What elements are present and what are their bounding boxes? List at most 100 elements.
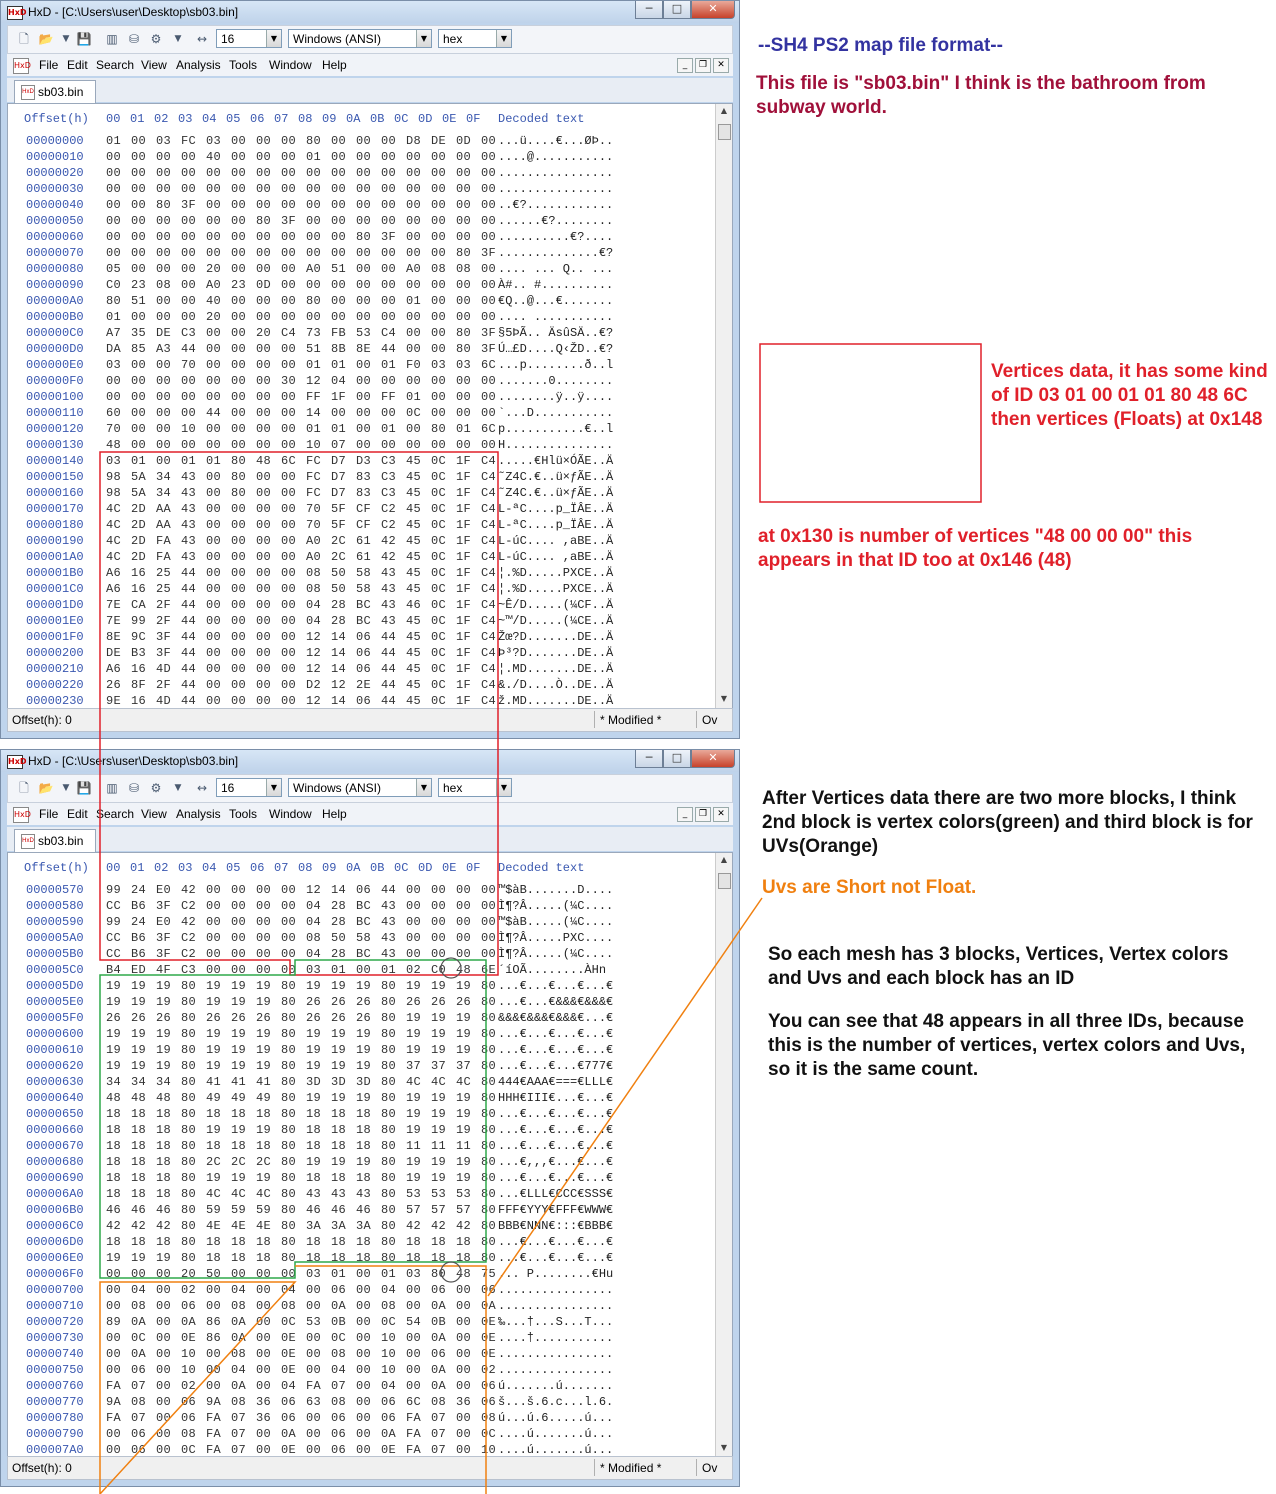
row-hex-bytes[interactable]: 46 46 46 80 59 59 59 80 46 46 46 80 57 5… <box>106 1203 496 1217</box>
row-hex-bytes[interactable]: 18 18 18 80 18 18 18 80 18 18 18 80 19 1… <box>106 1107 496 1121</box>
row-hex-bytes[interactable]: 00 00 00 00 00 00 00 00 00 00 00 00 00 0… <box>106 166 496 180</box>
hex-row[interactable]: 000000F0 00 00 00 00 00 00 00 30 12 04 00… <box>8 374 712 390</box>
menu-tools[interactable]: Tools <box>229 807 257 821</box>
offset-base-select[interactable]: hex ▼ <box>438 29 512 48</box>
hex-row[interactable]: 00000790 00 06 00 08 FA 07 00 0A 00 06 00… <box>8 1427 712 1443</box>
hex-editor[interactable]: Offset(h) 00 01 02 03 04 05 06 07 08 09 0A 0B 0C 0D 0E 0… <box>7 852 733 1458</box>
row-decoded-text[interactable]: Ì¶?Â.....(¼C.... <box>498 947 613 961</box>
row-decoded-text[interactable]: ‰...†...S...T... <box>498 1315 613 1329</box>
hex-row[interactable]: 00000680 18 18 18 80 2C 2C 2C 80 19 19 19… <box>8 1155 712 1171</box>
scroll-up-icon[interactable]: ▲ <box>716 106 732 118</box>
row-hex-bytes[interactable]: 4C 2D AA 43 00 00 00 00 70 5F CF C2 45 0… <box>106 502 496 516</box>
row-hex-bytes[interactable]: 00 0C 00 0E 86 0A 00 0E 00 0C 00 10 00 0… <box>106 1331 496 1345</box>
hex-row[interactable]: 00000060 00 00 00 00 00 00 00 00 00 00 80… <box>8 230 712 246</box>
row-hex-bytes[interactable]: 26 8F 2F 44 00 00 00 00 D2 12 2E 44 45 0… <box>106 678 496 692</box>
hex-row[interactable]: 00000070 00 00 00 00 00 00 00 00 00 00 00… <box>8 246 712 262</box>
chevron-down-icon[interactable]: ▼ <box>416 30 431 47</box>
hex-row[interactable]: 00000670 18 18 18 80 18 18 18 80 18 18 18… <box>8 1139 712 1155</box>
row-decoded-text[interactable]: ž.MD.......DE..Ä <box>498 694 613 708</box>
row-decoded-text[interactable]: ~Ê/D.....(¼CF..Ä <box>498 598 613 612</box>
row-hex-bytes[interactable]: FA 07 00 06 FA 07 36 06 00 06 00 06 FA 0… <box>106 1411 496 1425</box>
hex-row[interactable]: 00000230 9E 16 4D 44 00 00 00 00 12 14 06… <box>8 694 712 708</box>
row-decoded-text[interactable]: BBB€NNN€:::€BBB€ <box>498 1219 613 1233</box>
row-decoded-text[interactable]: ................ <box>498 166 613 180</box>
row-hex-bytes[interactable]: CC B6 3F C2 00 00 00 00 04 28 BC 43 00 0… <box>106 947 496 961</box>
chevron-down-icon[interactable]: ▼ <box>58 780 74 796</box>
chevron-down-icon[interactable]: ▼ <box>266 30 281 47</box>
hex-row[interactable]: 000006D0 18 18 18 80 18 18 18 80 18 18 18… <box>8 1235 712 1251</box>
menu-tools[interactable]: Tools <box>229 58 257 72</box>
row-hex-bytes[interactable]: 48 00 00 00 00 00 00 00 10 07 00 00 00 0… <box>106 438 496 452</box>
row-decoded-text[interactable]: §5ÞÃ.. ÄsûSÄ..€? <box>498 326 613 340</box>
row-hex-bytes[interactable]: 19 19 19 80 19 19 19 80 19 19 19 80 37 3… <box>106 1059 496 1073</box>
hex-row[interactable]: 00000220 26 8F 2F 44 00 00 00 00 D2 12 2E… <box>8 678 712 694</box>
row-decoded-text[interactable]: &./D....Ò..DE..Ä <box>498 678 613 692</box>
row-hex-bytes[interactable]: 18 18 18 80 19 19 19 80 18 18 18 80 19 1… <box>106 1123 496 1137</box>
hex-row[interactable]: 00000590 99 24 E0 42 00 00 00 00 04 28 BC… <box>8 915 712 931</box>
hex-row[interactable]: 000006E0 19 19 19 80 18 18 18 80 18 18 18… <box>8 1251 712 1267</box>
hex-row[interactable]: 00000650 18 18 18 80 18 18 18 80 18 18 18… <box>8 1107 712 1123</box>
hex-row[interactable]: 000001C0 A6 16 25 44 00 00 00 00 08 50 58… <box>8 582 712 598</box>
row-decoded-text[interactable]: ¦.MD.......DE..Ä <box>498 662 613 676</box>
row-hex-bytes[interactable]: B4 ED 4F C3 00 00 00 00 03 01 00 01 02 C… <box>106 963 496 977</box>
row-decoded-text[interactable]: p...........€..l <box>498 422 613 436</box>
row-decoded-text[interactable]: Žœ?D.......DE..Ä <box>498 630 613 644</box>
maximize-button[interactable]: □ <box>663 1 691 19</box>
mdi-restore-button[interactable]: ❐ <box>695 807 711 822</box>
row-decoded-text[interactable]: ...€...€...€...€ <box>498 1251 613 1265</box>
chevron-down-icon[interactable]: ▼ <box>58 31 74 47</box>
row-hex-bytes[interactable]: 03 01 00 01 01 80 48 6C FC D7 D3 C3 45 0… <box>106 454 496 468</box>
hex-row[interactable]: 000006C0 42 42 42 80 4E 4E 4E 80 3A 3A 3A… <box>8 1219 712 1235</box>
hex-row[interactable]: 000001B0 A6 16 25 44 00 00 00 00 08 50 58… <box>8 566 712 582</box>
row-decoded-text[interactable]: ................ <box>498 182 613 196</box>
hex-row[interactable]: 000006B0 46 46 46 80 59 59 59 80 46 46 46… <box>8 1203 712 1219</box>
ram-icon[interactable]: ▥ <box>104 31 120 47</box>
hex-row[interactable]: 00000690 18 18 18 80 19 19 19 80 18 18 18… <box>8 1171 712 1187</box>
hex-row[interactable]: 00000750 00 06 00 10 00 04 00 0E 00 04 00… <box>8 1363 712 1379</box>
row-decoded-text[interactable]: ...€...€...€777€ <box>498 1059 613 1073</box>
row-hex-bytes[interactable]: A6 16 4D 44 00 00 00 00 12 14 06 44 45 0… <box>106 662 496 676</box>
hex-row[interactable]: 000006F0 00 00 00 20 50 00 00 00 03 01 00… <box>8 1267 712 1283</box>
row-hex-bytes[interactable]: 00 08 00 06 00 08 00 08 00 0A 00 08 00 0… <box>106 1299 496 1313</box>
hex-row[interactable]: 00000140 03 01 00 01 01 80 48 6C FC D7 D3… <box>8 454 712 470</box>
row-decoded-text[interactable]: ...€LLL€CCC€SSS€ <box>498 1187 613 1201</box>
hex-row[interactable]: 00000160 98 5A 34 43 00 80 00 00 FC D7 83… <box>8 486 712 502</box>
hex-row[interactable]: 00000030 00 00 00 00 00 00 00 00 00 00 00… <box>8 182 712 198</box>
row-hex-bytes[interactable]: 60 00 00 00 44 00 00 00 14 00 00 00 0C 0… <box>106 406 496 420</box>
hex-row[interactable]: 000005B0 CC B6 3F C2 00 00 00 00 04 28 BC… <box>8 947 712 963</box>
tab-sb03-bin[interactable]: HxD sb03.bin <box>14 829 96 852</box>
row-hex-bytes[interactable]: 26 26 26 80 26 26 26 80 26 26 26 80 19 1… <box>106 1011 496 1025</box>
hex-row[interactable]: 000000C0 A7 35 DE C3 00 00 20 C4 73 FB 53… <box>8 326 712 342</box>
row-decoded-text[interactable]: Ì¶?Â.....(¼C.... <box>498 899 613 913</box>
row-decoded-text[interactable]: ..............€? <box>498 246 613 260</box>
row-decoded-text[interactable]: š...š.6.c...l.6. <box>498 1395 613 1409</box>
row-hex-bytes[interactable]: 18 18 18 80 18 18 18 80 18 18 18 80 18 1… <box>106 1235 496 1249</box>
row-decoded-text[interactable]: ...ü....€...ØÞ.. <box>498 134 613 148</box>
chevron-down-icon[interactable]: ▼ <box>496 779 511 796</box>
menu-file[interactable]: File <box>39 58 58 72</box>
row-hex-bytes[interactable]: 89 0A 00 0A 86 0A 00 0C 53 0B 00 0C 54 0… <box>106 1315 496 1329</box>
row-decoded-text[interactable]: À#.. #.......... <box>498 278 613 292</box>
row-hex-bytes[interactable]: C0 23 08 00 A0 23 0D 00 00 00 00 00 00 0… <box>106 278 496 292</box>
row-hex-bytes[interactable]: 00 04 00 02 00 04 00 04 00 06 00 04 00 0… <box>106 1283 496 1297</box>
hex-row[interactable]: 000001D0 7E CA 2F 44 00 00 00 00 04 28 BC… <box>8 598 712 614</box>
hex-row[interactable]: 00000180 4C 2D AA 43 00 00 00 00 70 5F CF… <box>8 518 712 534</box>
row-hex-bytes[interactable]: DE B3 3F 44 00 00 00 00 12 14 06 44 45 0… <box>106 646 496 660</box>
hex-row[interactable]: 000001F0 8E 9C 3F 44 00 00 00 00 12 14 06… <box>8 630 712 646</box>
hex-row[interactable]: 000005F0 26 26 26 80 26 26 26 80 26 26 26… <box>8 1011 712 1027</box>
menu-view[interactable]: View <box>141 807 167 821</box>
row-hex-bytes[interactable]: 00 00 00 00 00 00 00 00 00 00 00 00 00 0… <box>106 182 496 196</box>
close-button[interactable]: ✕ <box>691 750 735 768</box>
row-decoded-text[interactable]: ™$àB.....(¼C.... <box>498 915 613 929</box>
hex-row[interactable]: 00000580 CC B6 3F C2 00 00 00 00 04 28 BC… <box>8 899 712 915</box>
row-hex-bytes[interactable]: 99 24 E0 42 00 00 00 00 12 14 06 44 00 0… <box>106 883 496 897</box>
hex-row[interactable]: 000005E0 19 19 19 80 19 19 19 80 26 26 26… <box>8 995 712 1011</box>
row-hex-bytes[interactable]: 42 42 42 80 4E 4E 4E 80 3A 3A 3A 80 42 4… <box>106 1219 496 1233</box>
hex-row[interactable]: 000005A0 CC B6 3F C2 00 00 00 00 08 50 58… <box>8 931 712 947</box>
hex-row[interactable]: 00000090 C0 23 08 00 A0 23 0D 00 00 00 00… <box>8 278 712 294</box>
row-decoded-text[interactable]: ................ <box>498 1283 613 1297</box>
row-decoded-text[interactable]: 444€AAA€===€LLL€ <box>498 1075 613 1089</box>
hex-row[interactable]: 000005C0 B4 ED 4F C3 00 00 00 00 03 01 00… <box>8 963 712 979</box>
hex-row[interactable]: 00000620 19 19 19 80 19 19 19 80 19 19 19… <box>8 1059 712 1075</box>
row-hex-bytes[interactable]: 98 5A 34 43 00 80 00 00 FC D7 83 C3 45 0… <box>106 470 496 484</box>
